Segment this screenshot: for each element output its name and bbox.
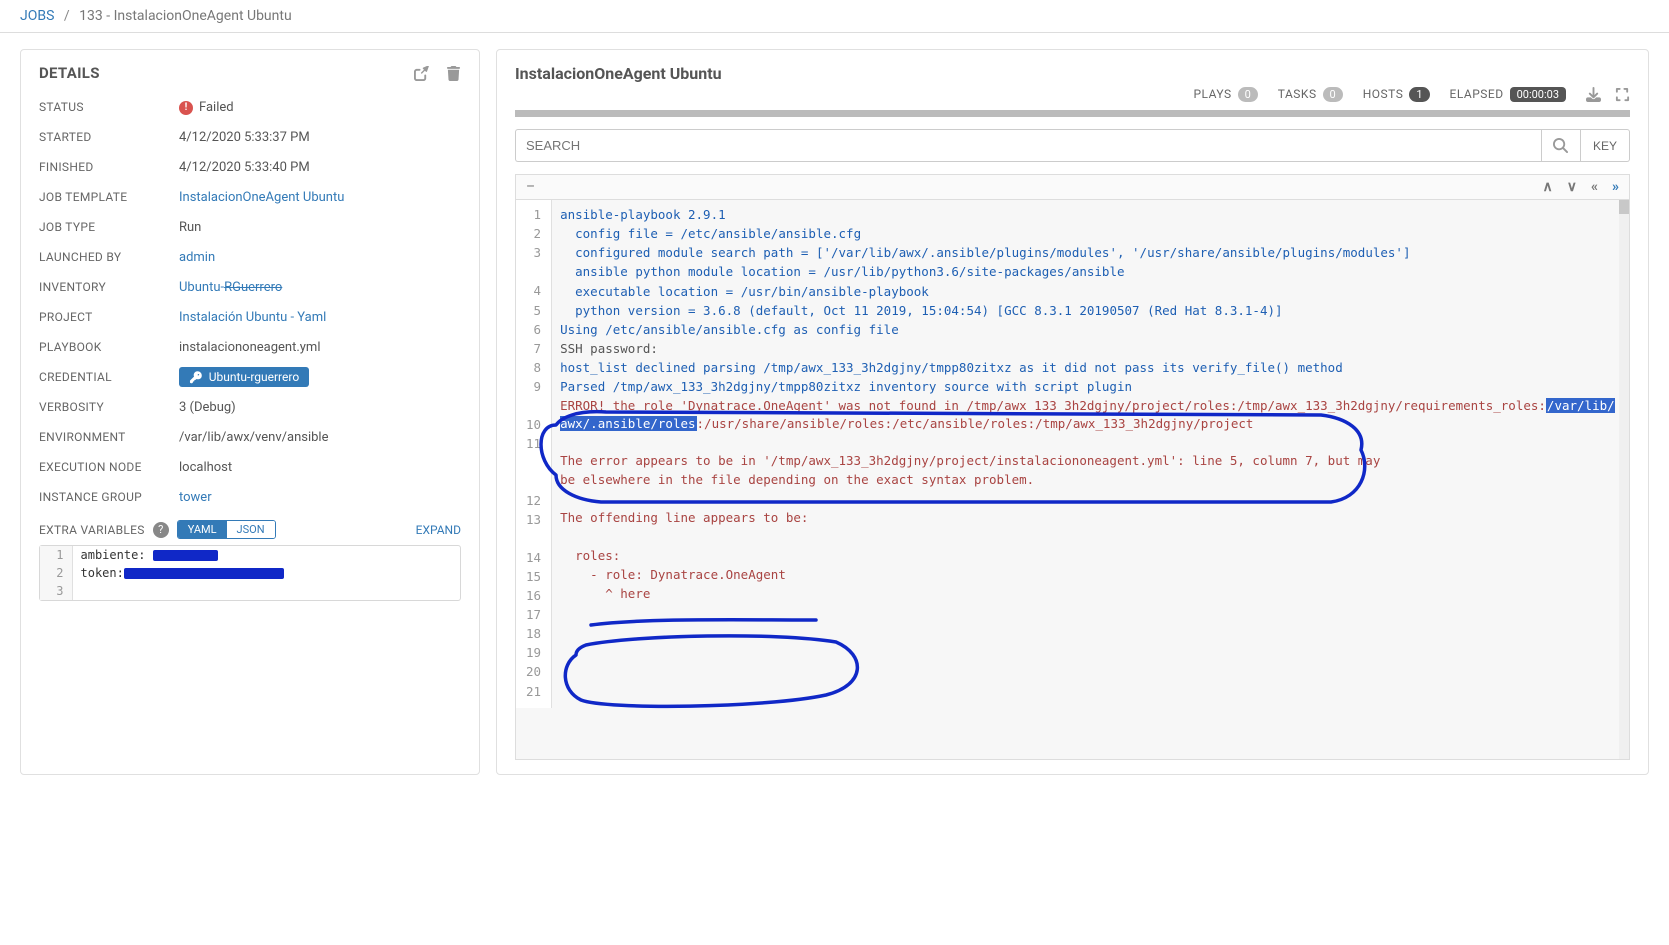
output-panel: InstalacionOneAgent Ubuntu PLAYS 0 TASKS… [496,49,1649,775]
output-line: executable location = /usr/bin/ansible-p… [560,283,1621,302]
inventory-link[interactable]: Ubuntu-RGuerrero [179,280,282,295]
breadcrumb: JOBS / 133 - InstalacionOneAgent Ubuntu [0,0,1669,33]
output-line: Using /etc/ansible/ansible.cfg as config… [560,321,1621,340]
nav-bottom-icon[interactable]: » [1612,179,1619,195]
verbosity-value: 3 (Debug) [179,400,461,415]
launched-by-link[interactable]: admin [179,250,215,265]
key-icon [189,370,203,384]
started-label: STARTED [39,130,179,144]
output-line: The error appears to be in '/tmp/awx_133… [560,452,1621,471]
instance-group-link[interactable]: tower [179,490,212,505]
output-line: config file = /etc/ansible/ansible.cfg [560,225,1621,244]
playbook-label: PLAYBOOK [39,340,179,354]
playbook-value: instalaciononeagent.yml [179,340,461,355]
verbosity-label: VERBOSITY [39,400,179,414]
search-input[interactable] [515,129,1541,162]
output-line [560,528,1621,547]
output-line: Parsed /tmp/awx_133_3h2dgjny/tmpp80zitxz… [560,378,1621,397]
progress-bar [515,110,1630,117]
expand-icon[interactable] [1615,87,1630,102]
output-line [560,490,1621,509]
hosts-label: HOSTS [1363,87,1404,101]
plays-label: PLAYS [1193,87,1231,101]
output-line [560,433,1621,452]
project-link[interactable]: Instalación Ubuntu - Yaml [179,310,326,325]
job-template-link[interactable]: InstalacionOneAgent Ubuntu [179,190,344,205]
output-line: ansible python module location = /usr/li… [560,263,1621,282]
format-toggle: YAML JSON [177,520,276,539]
inventory-label: INVENTORY [39,280,179,294]
details-panel: DETAILS STATUS !Failed STARTED4/12/2020 … [20,49,480,775]
expand-button[interactable]: EXPAND [416,523,461,537]
job-title: InstalacionOneAgent Ubuntu [515,64,1630,83]
status-failed-icon: ! [179,101,193,115]
relaunch-icon[interactable] [414,65,432,81]
finished-value: 4/12/2020 5:33:40 PM [179,160,461,175]
credential-badge[interactable]: Ubuntu-rguerrero [179,367,309,387]
output-line: python version = 3.6.8 (default, Oct 11 … [560,302,1621,321]
breadcrumb-current: 133 - InstalacionOneAgent Ubuntu [79,8,292,24]
output-gutter: 123456789101112131415161718192021 [516,200,552,707]
execution-node-label: EXECUTION NODE [39,460,179,474]
nav-up-icon[interactable]: ∧ [1543,179,1553,195]
collapse-toggle[interactable]: – [526,179,535,195]
download-icon[interactable] [1586,87,1601,102]
launched-by-label: LAUNCHED BY [39,250,179,264]
extra-vars-label: EXTRA VARIABLES [39,523,145,537]
output-line: The offending line appears to be: [560,509,1621,528]
started-value: 4/12/2020 5:33:37 PM [179,130,461,145]
help-icon[interactable]: ? [153,522,169,538]
output-line: - role: Dynatrace.OneAgent [560,566,1621,585]
environment-value: /var/lib/awx/venv/ansible [179,430,461,445]
redacted-value [124,568,284,579]
execution-node-value: localhost [179,460,461,475]
search-button[interactable] [1541,129,1581,162]
environment-label: ENVIRONMENT [39,430,179,444]
details-title: DETAILS [39,64,100,82]
project-label: PROJECT [39,310,179,324]
finished-label: FINISHED [39,160,179,174]
job-type-label: JOB TYPE [39,220,179,234]
job-output: 123456789101112131415161718192021 ansibl… [515,200,1630,760]
elapsed-label: ELAPSED [1450,87,1504,101]
output-line: ansible-playbook 2.9.1 [560,206,1621,225]
breadcrumb-root-link[interactable]: JOBS [20,8,54,24]
output-line: be elsewhere in the file depending on th… [560,471,1621,490]
elapsed-value: 00:00:03 [1510,87,1566,102]
output-line [560,604,1621,623]
nav-down-icon[interactable]: ∨ [1567,179,1577,195]
tasks-label: TASKS [1278,87,1317,101]
key-button[interactable]: KEY [1581,129,1630,162]
scrollbar-thumb[interactable] [1619,200,1629,214]
delete-icon[interactable] [446,65,461,81]
output-line: roles: [560,547,1621,566]
instance-group-label: INSTANCE GROUP [39,490,179,504]
toggle-json[interactable]: JSON [227,521,275,538]
job-type-value: Run [179,220,461,235]
toggle-yaml[interactable]: YAML [178,521,227,538]
job-template-label: JOB TEMPLATE [39,190,179,204]
output-line: configured module search path = ['/var/l… [560,244,1621,263]
output-line: host_list declined parsing /tmp/awx_133_… [560,359,1621,378]
plays-count: 0 [1238,87,1258,102]
tasks-count: 0 [1323,87,1343,102]
output-line: SSH password: [560,340,1621,359]
status-value: !Failed [179,100,234,115]
nav-top-icon[interactable]: « [1591,179,1598,195]
output-line-error: ERROR! the role 'Dynatrace.OneAgent' was… [560,397,1621,433]
status-label: STATUS [39,100,179,114]
breadcrumb-sep: / [64,8,70,24]
scrollbar-track[interactable] [1619,200,1629,759]
hosts-count: 1 [1409,87,1429,102]
extra-vars-editor[interactable]: 1ambiente: 2token: 3 [39,545,461,601]
credential-label: CREDENTIAL [39,370,179,384]
redacted-value [153,550,218,561]
output-line: ^ here [560,585,1621,604]
